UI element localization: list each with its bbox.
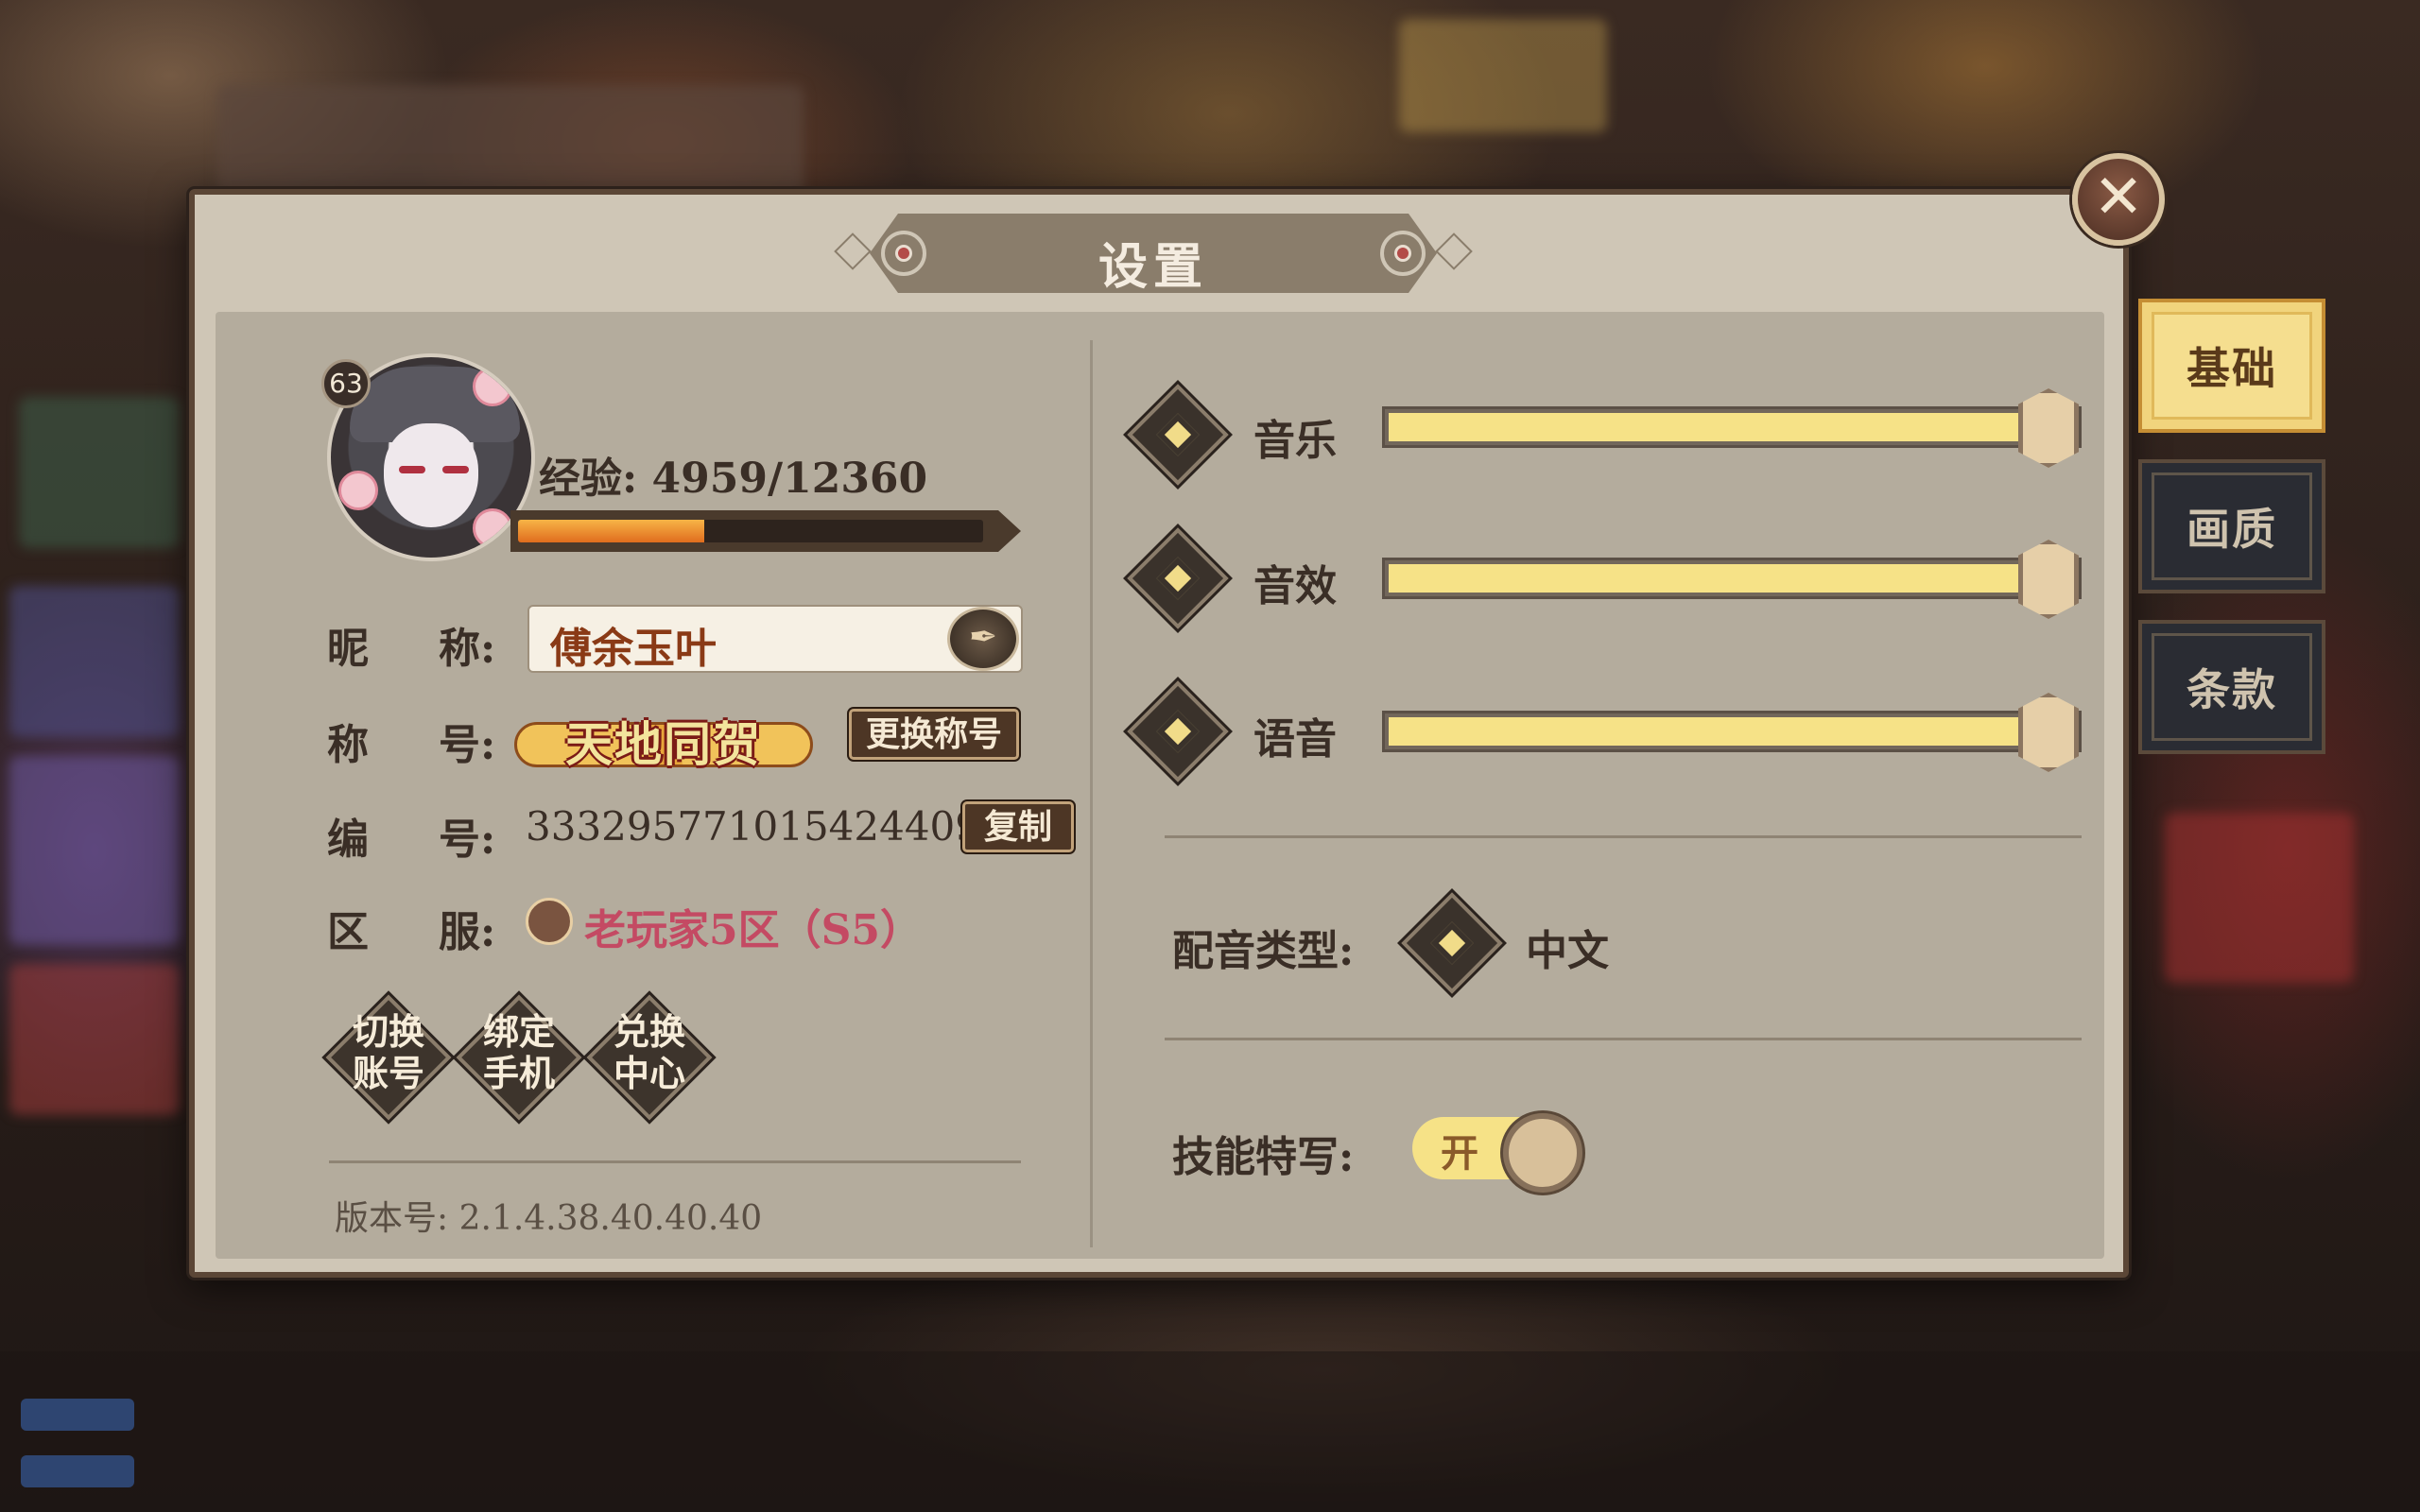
tab-label: 基础 bbox=[2187, 343, 2277, 394]
close-button[interactable]: ✕ bbox=[2072, 153, 2165, 246]
exp-bar-fill bbox=[518, 520, 704, 542]
tab-graphics[interactable]: 画质 bbox=[2138, 459, 2325, 593]
voice-label: 语音 bbox=[1253, 715, 1337, 764]
skill-closeup-label: 技能特写: bbox=[1172, 1133, 1355, 1181]
slider-fill bbox=[1389, 413, 2056, 441]
audio-divider bbox=[1165, 835, 2082, 838]
exp-bar bbox=[510, 510, 1021, 552]
music-diamond-icon bbox=[1127, 384, 1229, 486]
slider-thumb[interactable] bbox=[2018, 388, 2079, 468]
column-divider bbox=[1090, 340, 1093, 1247]
slider-thumb[interactable] bbox=[2018, 693, 2079, 772]
title-badge-text: 天地同贺 bbox=[565, 716, 762, 772]
slider-thumb[interactable] bbox=[2018, 540, 2079, 619]
slider-fill bbox=[1389, 564, 2056, 593]
server-value: 老玩家5区（S5） bbox=[584, 906, 923, 954]
nickname-label: 昵称: bbox=[327, 625, 496, 673]
id-label: 编号: bbox=[327, 816, 496, 864]
music-label: 音乐 bbox=[1253, 417, 1337, 465]
toggle-knob[interactable] bbox=[1503, 1113, 1582, 1193]
server-label: 区服: bbox=[327, 908, 496, 956]
voice-slider[interactable] bbox=[1382, 693, 2082, 772]
pen-icon: ✒ bbox=[968, 618, 998, 657]
dub-divider bbox=[1165, 1038, 2082, 1040]
switch-account-button[interactable]: 切换 账号 bbox=[325, 994, 452, 1121]
copy-id-button[interactable]: 复制 bbox=[962, 801, 1074, 852]
title-badge: 天地同贺 bbox=[514, 701, 813, 773]
voice-diamond-icon bbox=[1127, 680, 1229, 782]
player-id: 3332957710154244096 bbox=[526, 803, 1006, 850]
sfx-label: 音效 bbox=[1253, 562, 1337, 610]
tab-terms[interactable]: 条款 bbox=[2138, 620, 2325, 754]
tab-basic[interactable]: 基础 bbox=[2138, 299, 2325, 433]
sfx-diamond-icon bbox=[1127, 527, 1229, 629]
dub-type-value: 中文 bbox=[1526, 927, 1609, 975]
nickname-field[interactable]: 傅余玉叶 ✒ bbox=[527, 605, 1023, 673]
tab-label: 画质 bbox=[2187, 504, 2277, 555]
dialog-title: 设置 bbox=[1098, 238, 1208, 296]
slider-fill bbox=[1389, 717, 2056, 746]
title-label: 称号: bbox=[327, 721, 496, 769]
left-divider bbox=[329, 1160, 1021, 1163]
version-text: 版本号: 2.1.4.38.40.40.40 bbox=[335, 1199, 763, 1238]
dub-type-selector[interactable] bbox=[1401, 892, 1503, 994]
redeem-center-button[interactable]: 兑换 中心 bbox=[586, 994, 713, 1121]
toggle-label: 开 bbox=[1441, 1131, 1478, 1176]
exp-label: 经验: 4959/12360 bbox=[539, 455, 928, 503]
nickname-value: 傅余玉叶 bbox=[550, 625, 717, 673]
server-icon bbox=[526, 898, 573, 945]
level-badge: 63 bbox=[321, 359, 371, 408]
skill-closeup-toggle[interactable]: 开 bbox=[1412, 1113, 1582, 1193]
dub-type-label: 配音类型: bbox=[1172, 927, 1355, 975]
edit-nickname-button[interactable]: ✒ bbox=[947, 607, 1019, 671]
sfx-slider[interactable] bbox=[1382, 540, 2082, 619]
title-banner: 设置 bbox=[832, 214, 1475, 296]
bind-phone-button[interactable]: 绑定 手机 bbox=[456, 994, 582, 1121]
close-icon: ✕ bbox=[2093, 163, 2144, 232]
music-slider[interactable] bbox=[1382, 388, 2082, 468]
change-title-button[interactable]: 更换称号 bbox=[849, 709, 1019, 760]
tab-label: 条款 bbox=[2187, 664, 2277, 715]
